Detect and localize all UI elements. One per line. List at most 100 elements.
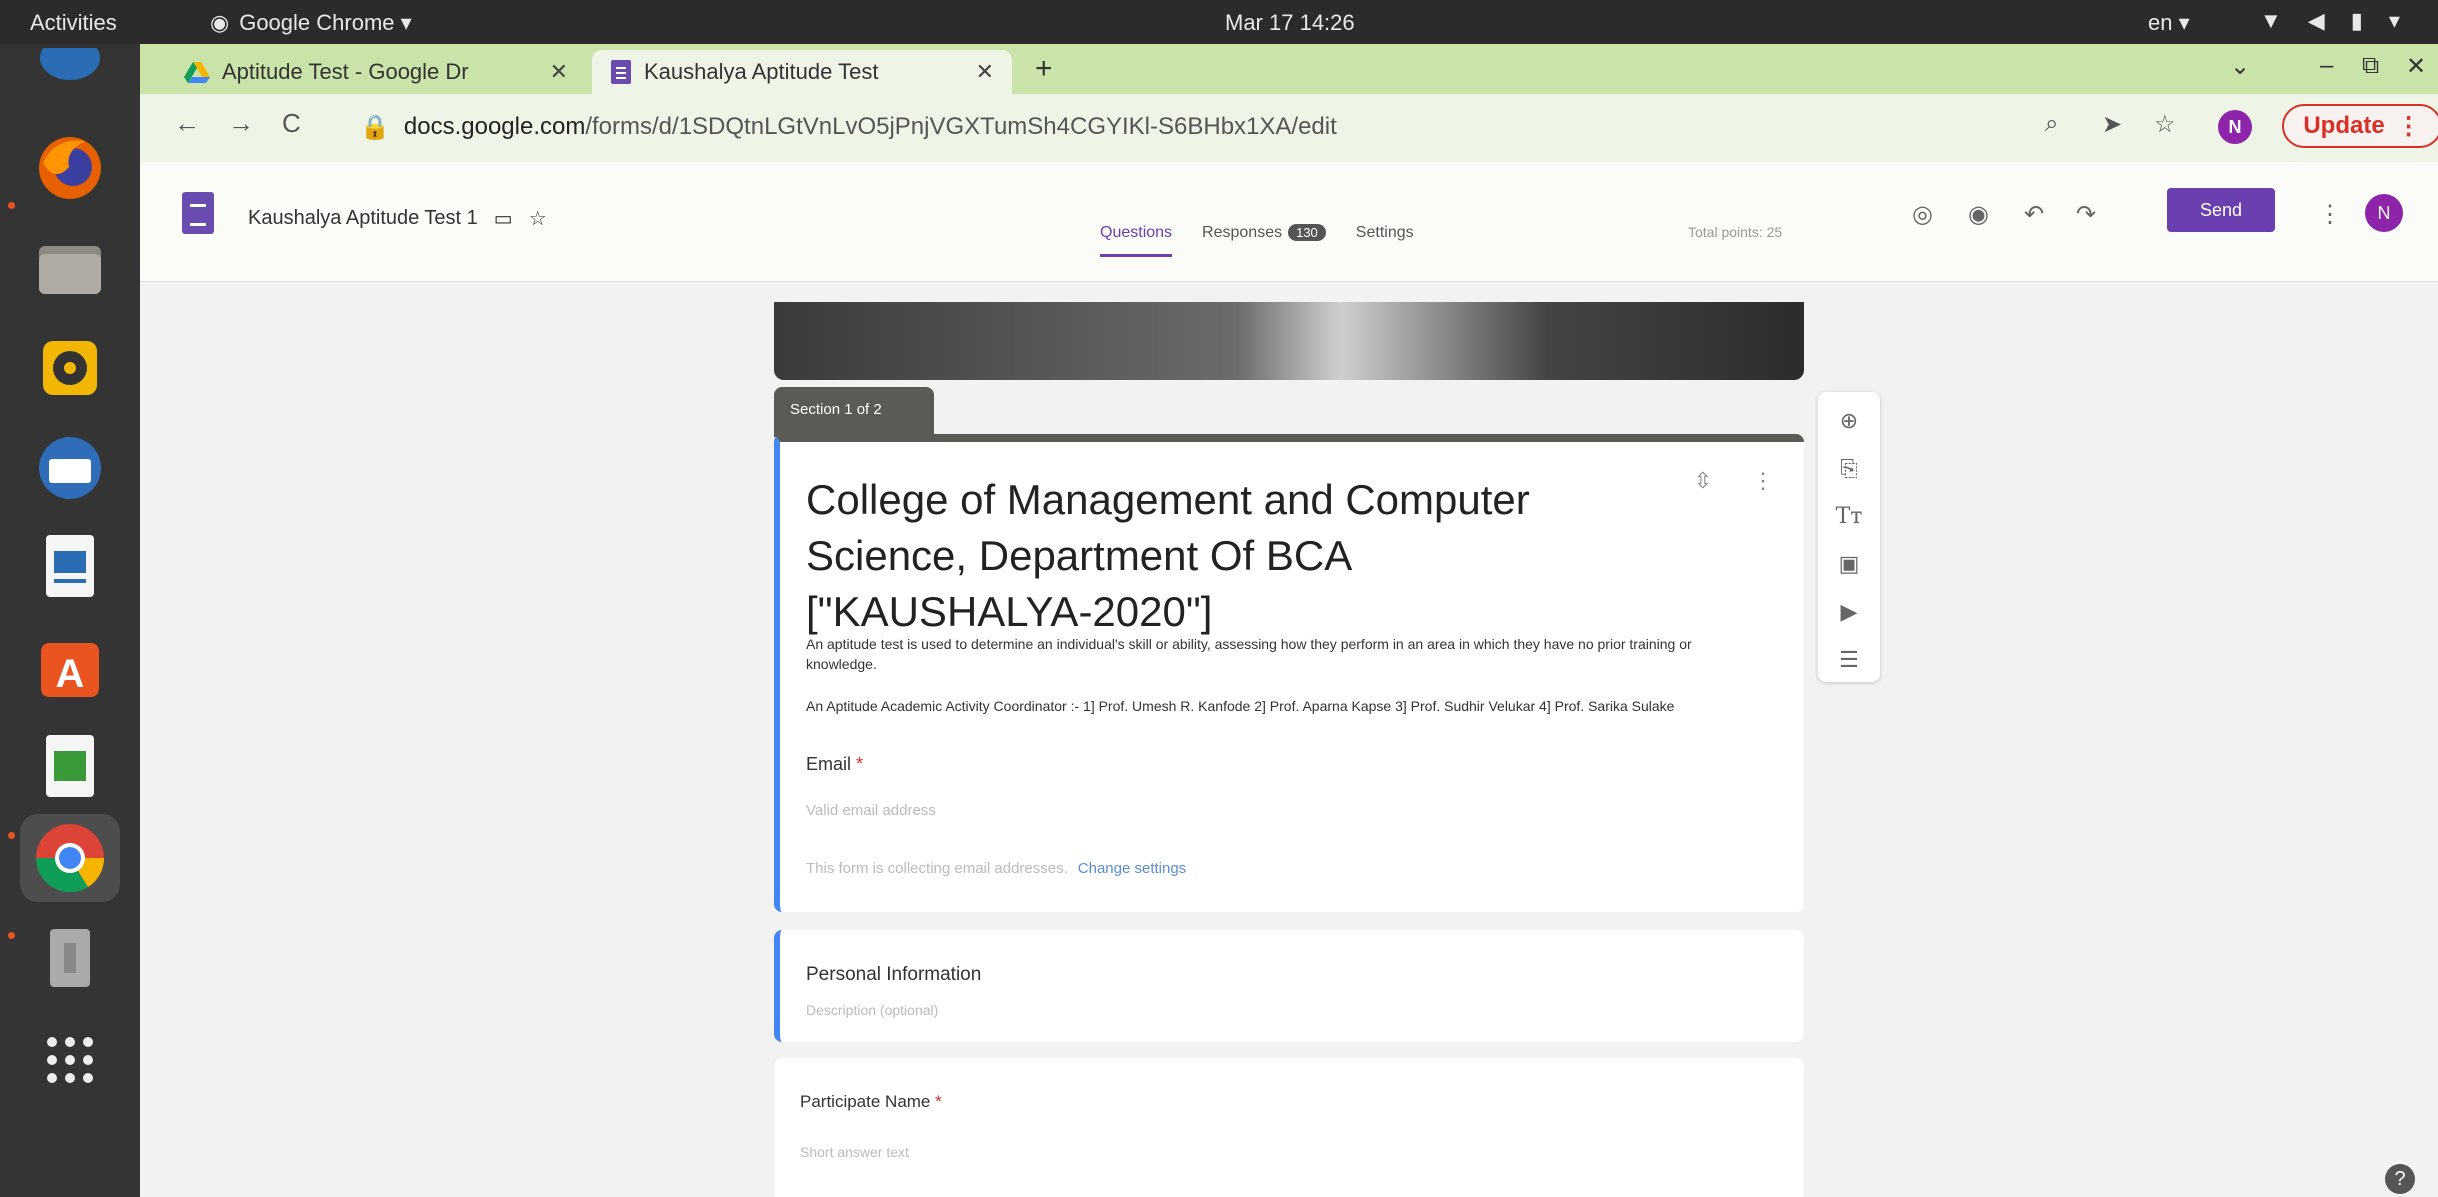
dock-chrome[interactable] [20,814,120,902]
running-indicator [8,832,15,839]
tab-search-icon[interactable]: ⌄ [2230,52,2250,81]
change-settings-link[interactable]: Change settings [1078,860,1186,877]
forms-icon [611,60,631,84]
new-tab-button[interactable]: + [1035,52,1053,86]
minimize-icon[interactable]: – [2320,52,2333,80]
user-avatar[interactable]: N [2365,194,2403,232]
chrome-small-icon: ◉ [210,10,230,35]
desktop-screen: Activities ◉ Google Chrome ▾ Mar 17 14:2… [0,0,2438,1197]
dock-software[interactable]: A [26,622,114,710]
form-title[interactable]: College of Management and Computer Scien… [806,472,1566,640]
tab-drive[interactable]: Aptitude Test - Google Dr ✕ [166,50,586,94]
dock-writer[interactable] [26,522,114,610]
form-description-1[interactable]: An aptitude test is used to determine an… [806,634,1766,674]
dock-files[interactable] [26,224,114,312]
header-image [774,302,1804,380]
system-tray[interactable]: ▼ ◀ ▮ ▾ [2260,8,2400,34]
lock-icon: 🔒 [360,113,390,141]
forms-header: Kaushalya Aptitude Test 1 ▭ ☆ ◎ ◉ ↶ ↷ Se… [140,162,2438,282]
email-label: Email * [806,754,863,775]
ubuntu-top-bar: Activities ◉ Google Chrome ▾ Mar 17 14:2… [0,0,2438,44]
usb-drive-icon [50,929,90,987]
browser-toolbar: ← → C 🔒 docs.google.com/forms/d/1SDQtnLG… [140,94,2438,162]
add-section-icon[interactable]: ☰ [1839,647,1859,673]
add-video-icon[interactable]: ▶ [1841,599,1858,625]
form-description-2[interactable]: An Aptitude Academic Activity Coordinato… [806,696,1766,716]
browser-tab-strip: Aptitude Test - Google Dr ✕ Kaushalya Ap… [140,44,2438,94]
close-icon[interactable]: ✕ [976,59,994,85]
dock-rhythmbox[interactable] [26,324,114,412]
update-button[interactable]: Update ⋮ [2282,104,2438,148]
question-card[interactable]: Participate Name * Short answer text [774,1058,1804,1197]
collapse-icon[interactable]: ⇳ [1694,468,1712,494]
dock-thunderbird[interactable] [26,424,114,512]
redo-icon[interactable]: ↷ [2076,200,2096,229]
add-image-icon[interactable]: ▣ [1839,551,1860,577]
star-icon[interactable]: ☆ [529,206,547,231]
share-icon[interactable]: ➤ [2102,110,2122,139]
app-icon [40,48,100,80]
dock-firefox[interactable] [26,124,114,212]
bookmark-star-icon[interactable]: ☆ [2154,110,2176,139]
volume-icon: ◀ [2307,8,2325,33]
tab-responses-label: Responses [1202,224,1283,241]
responses-count-badge: 130 [1288,224,1326,241]
palette-icon[interactable]: ◎ [1912,200,1933,229]
import-questions-icon[interactable]: ⎘ [1840,456,1858,482]
move-to-folder-icon[interactable]: ▭ [494,206,513,231]
zoom-icon[interactable]: ⌕ [2045,110,2058,138]
forms-logo-icon[interactable] [182,192,214,234]
add-title-icon[interactable]: Tт [1836,504,1863,529]
required-asterisk: * [856,754,864,774]
section-card[interactable]: Personal Information Description (option… [774,930,1804,1042]
speaker-icon [43,341,97,395]
preview-eye-icon[interactable]: ◉ [1968,200,1989,229]
forms-page: Kaushalya Aptitude Test 1 ▭ ☆ ◎ ◉ ↶ ↷ Se… [140,162,2438,1197]
reload-icon[interactable]: C [282,108,301,139]
thunderbird-icon [39,437,101,499]
app-menu-label: Google Chrome ▾ [239,10,412,35]
url-text: docs.google.com/forms/d/1SDQtnLGtVnLvO5j… [404,113,1337,141]
question-title-text: Participate Name [800,1092,931,1111]
section-title[interactable]: Personal Information [806,964,981,986]
help-icon[interactable]: ? [2385,1164,2415,1194]
tab-forms[interactable]: Kaushalya Aptitude Test ✕ [592,50,1012,94]
section-label: Section 1 of 2 [774,387,934,437]
form-title-card[interactable]: College of Management and Computer Scien… [774,434,1804,912]
ubuntu-dock: A [0,44,140,1197]
send-button[interactable]: Send [2167,188,2275,232]
dock-usb[interactable] [26,914,114,1002]
spreadsheet-icon [46,735,94,797]
doc-title[interactable]: Kaushalya Aptitude Test 1 [248,207,478,230]
profile-avatar: N [2218,110,2252,144]
tab-label: Aptitude Test - Google Dr [222,59,469,84]
back-icon[interactable]: ← [174,108,200,139]
app-menu[interactable]: ◉ Google Chrome ▾ [210,10,412,36]
tab-settings[interactable]: Settings [1356,224,1414,257]
profile-button[interactable]: N [2218,110,2252,144]
more-vert-icon[interactable]: ⋮ [1752,468,1774,494]
forward-icon[interactable]: → [228,108,254,139]
clock[interactable]: Mar 17 14:26 [1225,10,1355,36]
dock-app-partial[interactable] [26,24,114,112]
app-store-icon: A [41,643,99,697]
email-field[interactable]: Valid email address [806,802,936,819]
apps-grid-icon [47,1037,93,1083]
more-vert-icon[interactable]: ⋮ [2318,200,2342,229]
add-question-icon[interactable]: ⊕ [1840,408,1858,434]
address-bar[interactable]: 🔒 docs.google.com/forms/d/1SDQtnLGtVnLvO… [350,102,2170,152]
url-host: docs.google.com [403,113,586,140]
language-menu[interactable]: en ▾ [2148,10,2190,36]
dock-calc[interactable] [26,722,114,810]
close-window-icon[interactable]: ✕ [2406,52,2426,81]
close-icon[interactable]: ✕ [550,59,568,85]
forms-tabs: Questions Responses 130 Settings [1100,224,1414,257]
tab-responses[interactable]: Responses 130 [1202,224,1326,257]
undo-icon[interactable]: ↶ [2024,200,2044,229]
tab-questions[interactable]: Questions [1100,224,1173,257]
section-description[interactable]: Description (optional) [806,1002,938,1018]
dock-show-apps[interactable] [26,1016,114,1104]
maximize-icon[interactable]: ⧉ [2362,52,2379,80]
question-title[interactable]: Participate Name * [800,1092,942,1112]
short-answer-field: Short answer text [800,1144,909,1160]
